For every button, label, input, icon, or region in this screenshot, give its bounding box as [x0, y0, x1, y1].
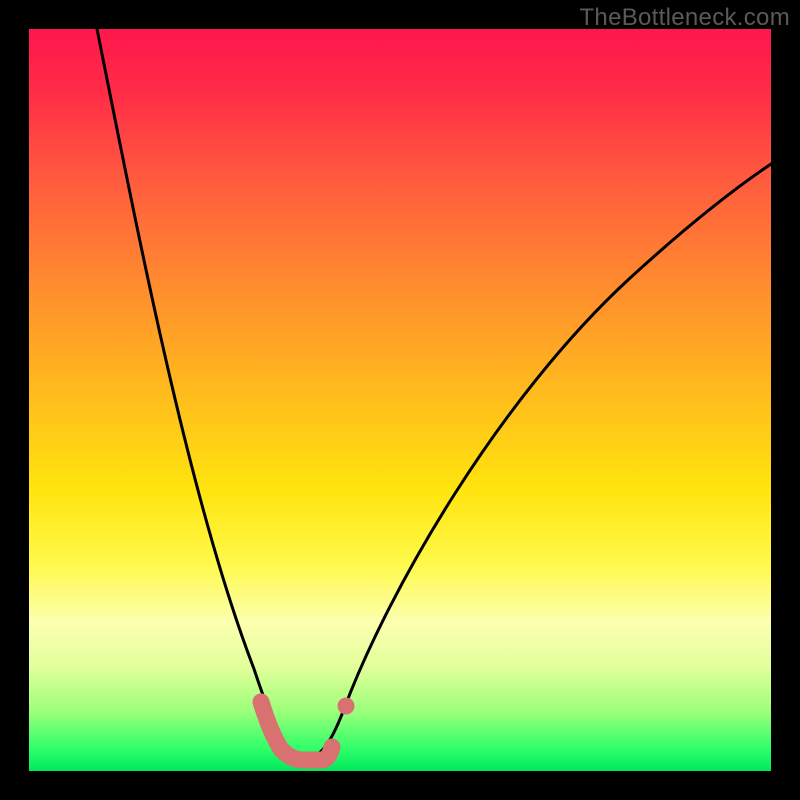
bottleneck-curve-path — [97, 29, 771, 758]
bottleneck-curve-svg — [29, 29, 771, 771]
trough-marker-segment — [261, 702, 332, 760]
chart-plot-area — [29, 29, 771, 771]
watermark-text: TheBottleneck.com — [579, 4, 790, 32]
isolated-marker-dot — [338, 698, 355, 715]
